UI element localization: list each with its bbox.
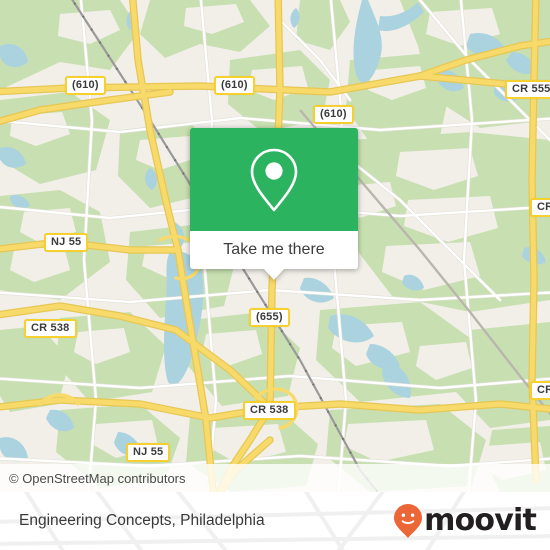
popup-pointer-tail	[263, 268, 285, 280]
road-shield-cr538-west: CR 538	[24, 319, 77, 338]
moovit-wordmark: moovit	[424, 503, 537, 538]
road-shield-cr555: CR 555	[505, 80, 550, 99]
road-shield-nj55-south: NJ 55	[126, 443, 171, 462]
moovit-brand[interactable]: moovit	[393, 503, 537, 539]
osm-attribution-text[interactable]: © OpenStreetMap contributors	[0, 471, 186, 486]
footer-bar: Engineering Concepts, Philadelphia moovi…	[0, 492, 550, 550]
popup-footer[interactable]: Take me there	[190, 231, 358, 280]
road-shield-610-east: (610)	[313, 105, 354, 124]
road-shield-610-west: (610)	[65, 76, 106, 95]
moovit-map-screenshot: (610) (610) (610) CR 555 NJ 55 CR 538 (6…	[0, 0, 550, 550]
road-shield-cr-east-top: CR	[530, 198, 550, 217]
take-me-there-label: Take me there	[223, 241, 325, 258]
road-shield-cr538-south: CR 538	[243, 401, 296, 420]
road-shield-cr-east-bottom: CR	[530, 381, 550, 400]
road-shield-nj55-north: NJ 55	[44, 233, 89, 252]
map-pin-icon	[250, 148, 298, 211]
map-canvas[interactable]: (610) (610) (610) CR 555 NJ 55 CR 538 (6…	[0, 0, 550, 492]
road-shield-610-center: (610)	[214, 76, 255, 95]
location-popup-card[interactable]: Take me there	[190, 128, 358, 280]
popup-header	[190, 128, 358, 231]
place-title: Engineering Concepts, Philadelphia	[19, 512, 265, 529]
road-shield-655: (655)	[249, 308, 290, 327]
map-attribution-bar: © OpenStreetMap contributors	[0, 464, 550, 492]
moovit-smiley-pin-icon	[394, 504, 423, 538]
